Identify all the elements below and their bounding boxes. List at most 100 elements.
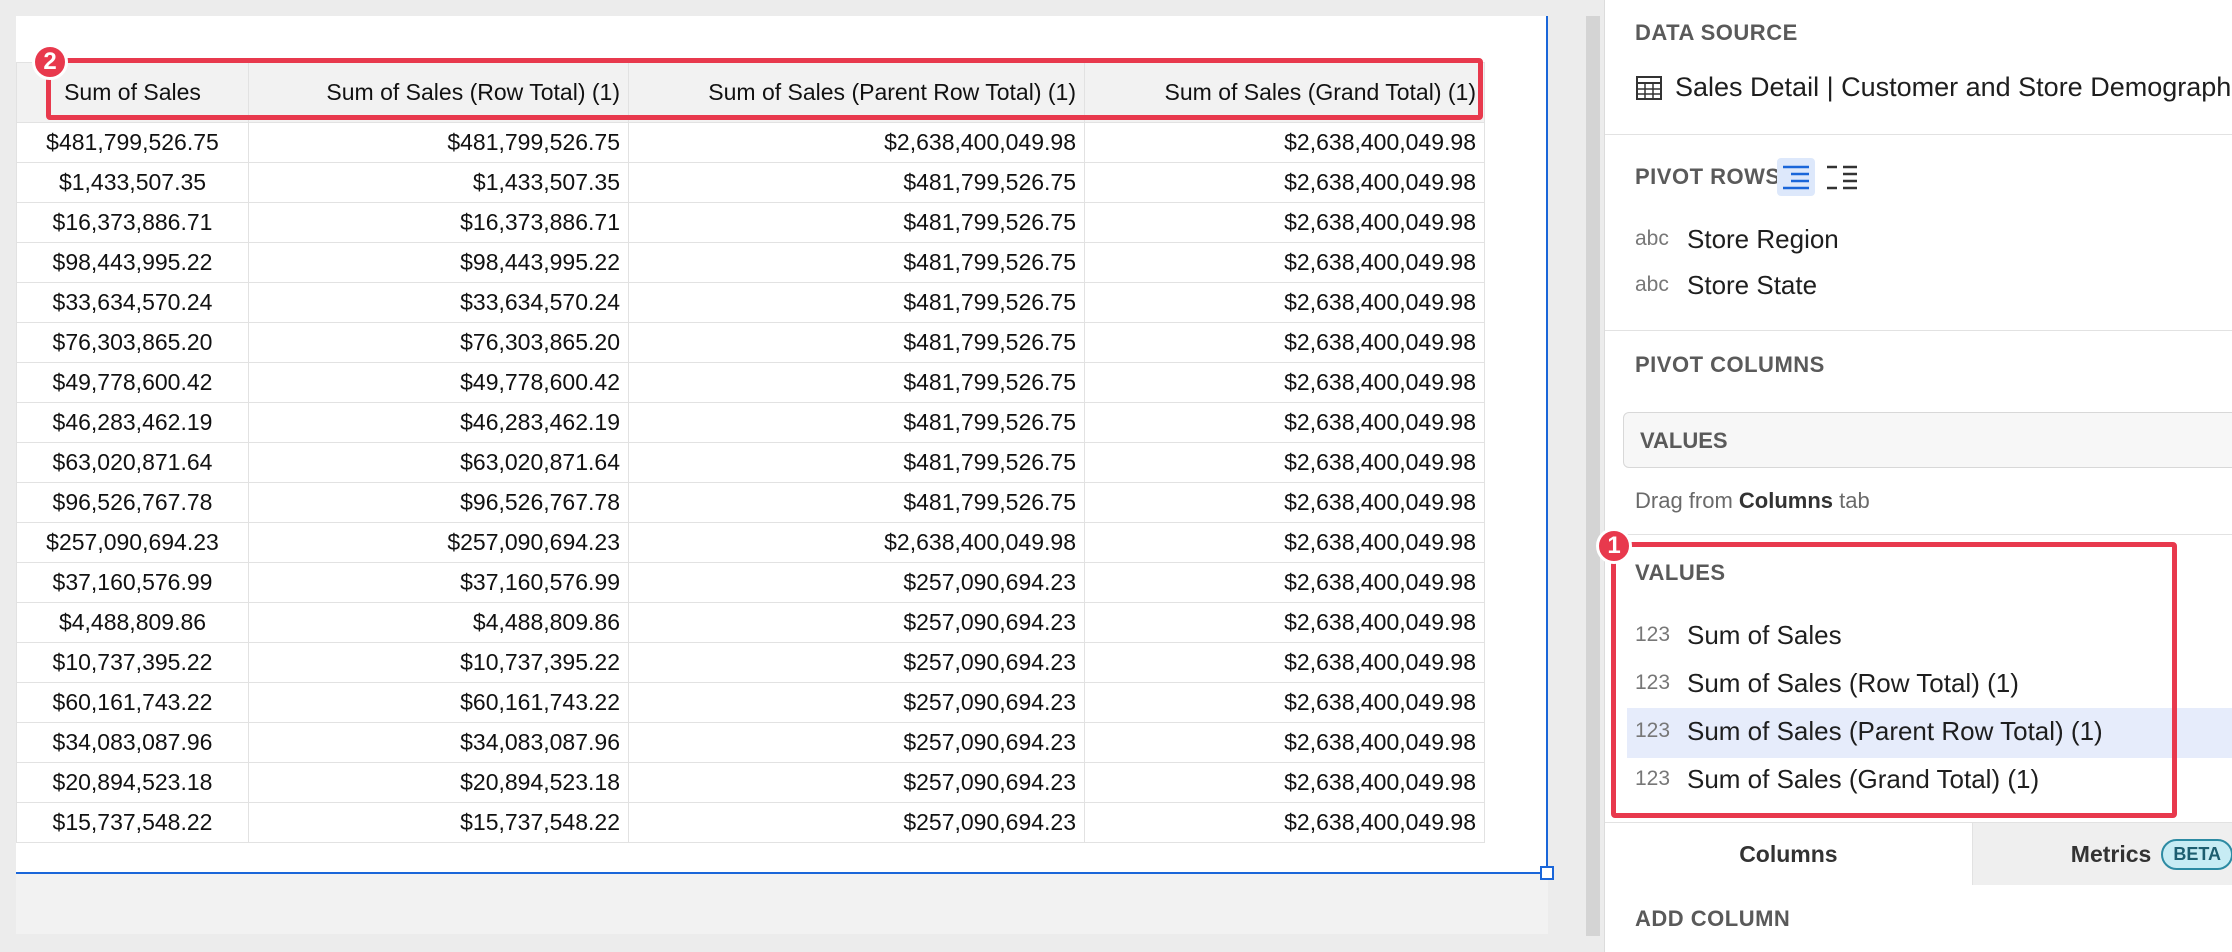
- tab-columns[interactable]: Columns: [1605, 823, 1972, 885]
- cell-parent-row-total[interactable]: $481,799,526.75: [628, 402, 1085, 443]
- table-row[interactable]: $33,634,570.24 $33,634,570.24 $481,799,526…: [16, 282, 1485, 323]
- table-row[interactable]: $34,083,087.96 $34,083,087.96 $257,090,694…: [16, 722, 1485, 763]
- cell-parent-row-total[interactable]: $257,090,694.23: [628, 602, 1085, 643]
- table-row[interactable]: $10,737,395.22 $10,737,395.22 $257,090,694…: [16, 642, 1485, 683]
- cell-grand-total[interactable]: $2,638,400,049.98: [1084, 242, 1485, 283]
- cell-sum-of-sales[interactable]: $49,778,600.42: [16, 362, 249, 403]
- cell-parent-row-total[interactable]: $481,799,526.75: [628, 242, 1085, 283]
- cell-row-total[interactable]: $20,894,523.18: [248, 762, 629, 803]
- panel-divider[interactable]: [1586, 16, 1600, 936]
- table-row[interactable]: $1,433,507.35 $1,433,507.35 $481,799,526.7…: [16, 162, 1485, 203]
- cell-parent-row-total[interactable]: $481,799,526.75: [628, 442, 1085, 483]
- cell-grand-total[interactable]: $2,638,400,049.98: [1084, 322, 1485, 363]
- cell-sum-of-sales[interactable]: $1,433,507.35: [16, 162, 249, 203]
- cell-sum-of-sales[interactable]: $46,283,462.19: [16, 402, 249, 443]
- cell-parent-row-total[interactable]: $481,799,526.75: [628, 162, 1085, 203]
- resize-handle[interactable]: [1540, 866, 1554, 880]
- cell-grand-total[interactable]: $2,638,400,049.98: [1084, 282, 1485, 323]
- cell-grand-total[interactable]: $2,638,400,049.98: [1084, 162, 1485, 203]
- layout-indented-icon[interactable]: [1777, 158, 1815, 196]
- cell-grand-total[interactable]: $2,638,400,049.98: [1084, 802, 1485, 843]
- cell-parent-row-total[interactable]: $2,638,400,049.98: [628, 522, 1085, 563]
- cell-grand-total[interactable]: $2,638,400,049.98: [1084, 482, 1485, 523]
- cell-sum-of-sales[interactable]: $60,161,743.22: [16, 682, 249, 723]
- cell-parent-row-total[interactable]: $257,090,694.23: [628, 722, 1085, 763]
- cell-sum-of-sales[interactable]: $34,083,087.96: [16, 722, 249, 763]
- cell-parent-row-total[interactable]: $257,090,694.23: [628, 802, 1085, 843]
- cell-parent-row-total[interactable]: $2,638,400,049.98: [628, 122, 1085, 163]
- cell-parent-row-total[interactable]: $481,799,526.75: [628, 482, 1085, 523]
- table-row[interactable]: $96,526,767.78 $96,526,767.78 $481,799,526…: [16, 482, 1485, 523]
- cell-sum-of-sales[interactable]: $10,737,395.22: [16, 642, 249, 683]
- table-row[interactable]: $60,161,743.22 $60,161,743.22 $257,090,694…: [16, 682, 1485, 723]
- cell-grand-total[interactable]: $2,638,400,049.98: [1084, 402, 1485, 443]
- table-row[interactable]: $49,778,600.42 $49,778,600.42 $481,799,526…: [16, 362, 1485, 403]
- cell-parent-row-total[interactable]: $481,799,526.75: [628, 362, 1085, 403]
- cell-parent-row-total[interactable]: $257,090,694.23: [628, 682, 1085, 723]
- cell-row-total[interactable]: $4,488,809.86: [248, 602, 629, 643]
- cell-grand-total[interactable]: $2,638,400,049.98: [1084, 642, 1485, 683]
- layout-tabular-icon[interactable]: [1823, 158, 1861, 196]
- cell-sum-of-sales[interactable]: $481,799,526.75: [16, 122, 249, 163]
- table-row[interactable]: $76,303,865.20 $76,303,865.20 $481,799,526…: [16, 322, 1485, 363]
- cell-row-total[interactable]: $63,020,871.64: [248, 442, 629, 483]
- cell-sum-of-sales[interactable]: $98,443,995.22: [16, 242, 249, 283]
- cell-parent-row-total[interactable]: $257,090,694.23: [628, 642, 1085, 683]
- cell-parent-row-total[interactable]: $257,090,694.23: [628, 762, 1085, 803]
- cell-sum-of-sales[interactable]: $33,634,570.24: [16, 282, 249, 323]
- cell-grand-total[interactable]: $2,638,400,049.98: [1084, 682, 1485, 723]
- cell-grand-total[interactable]: $2,638,400,049.98: [1084, 122, 1485, 163]
- cell-row-total[interactable]: $1,433,507.35: [248, 162, 629, 203]
- cell-grand-total[interactable]: $2,638,400,049.98: [1084, 522, 1485, 563]
- cell-row-total[interactable]: $34,083,087.96: [248, 722, 629, 763]
- cell-row-total[interactable]: $33,634,570.24: [248, 282, 629, 323]
- cell-row-total[interactable]: $15,737,548.22: [248, 802, 629, 843]
- cell-sum-of-sales[interactable]: $16,373,886.71: [16, 202, 249, 243]
- cell-row-total[interactable]: $49,778,600.42: [248, 362, 629, 403]
- value-row-total[interactable]: 123 Sum of Sales (Row Total) (1): [1635, 660, 2019, 706]
- data-source-selector[interactable]: Sales Detail | Customer and Store Demogr…: [1635, 72, 2232, 103]
- pivot-row-store-state[interactable]: abc Store State: [1635, 262, 1817, 308]
- table-row[interactable]: $4,488,809.86 $4,488,809.86 $257,090,694.2…: [16, 602, 1485, 643]
- tab-metrics[interactable]: Metrics BETA: [1971, 823, 2232, 885]
- cell-grand-total[interactable]: $2,638,400,049.98: [1084, 602, 1485, 643]
- cell-row-total[interactable]: $10,737,395.22: [248, 642, 629, 683]
- cell-parent-row-total[interactable]: $481,799,526.75: [628, 322, 1085, 363]
- pivot-row-store-region[interactable]: abc Store Region: [1635, 216, 1839, 262]
- pivot-columns-dropzone[interactable]: VALUES: [1623, 412, 2232, 468]
- table-row[interactable]: $46,283,462.19 $46,283,462.19 $481,799,526…: [16, 402, 1485, 443]
- cell-row-total[interactable]: $96,526,767.78: [248, 482, 629, 523]
- column-header-parent-row-total[interactable]: Sum of Sales (Parent Row Total) (1): [628, 62, 1085, 123]
- cell-sum-of-sales[interactable]: $257,090,694.23: [16, 522, 249, 563]
- cell-sum-of-sales[interactable]: $15,737,548.22: [16, 802, 249, 843]
- column-header-row-total[interactable]: Sum of Sales (Row Total) (1): [248, 62, 629, 123]
- cell-parent-row-total[interactable]: $257,090,694.23: [628, 562, 1085, 603]
- table-row[interactable]: $257,090,694.23 $257,090,694.23 $2,638,400…: [16, 522, 1485, 563]
- column-header-grand-total[interactable]: Sum of Sales (Grand Total) (1): [1084, 62, 1485, 123]
- cell-sum-of-sales[interactable]: $96,526,767.78: [16, 482, 249, 523]
- value-sum-of-sales[interactable]: 123 Sum of Sales: [1635, 612, 1842, 658]
- cell-grand-total[interactable]: $2,638,400,049.98: [1084, 442, 1485, 483]
- cell-parent-row-total[interactable]: $481,799,526.75: [628, 202, 1085, 243]
- cell-grand-total[interactable]: $2,638,400,049.98: [1084, 562, 1485, 603]
- table-row[interactable]: $63,020,871.64 $63,020,871.64 $481,799,526…: [16, 442, 1485, 483]
- table-row[interactable]: $20,894,523.18 $20,894,523.18 $257,090,694…: [16, 762, 1485, 803]
- cell-row-total[interactable]: $481,799,526.75: [248, 122, 629, 163]
- table-row[interactable]: $16,373,886.71 $16,373,886.71 $481,799,526…: [16, 202, 1485, 243]
- value-grand-total[interactable]: 123 Sum of Sales (Grand Total) (1): [1635, 756, 2039, 802]
- cell-row-total[interactable]: $76,303,865.20: [248, 322, 629, 363]
- cell-grand-total[interactable]: $2,638,400,049.98: [1084, 722, 1485, 763]
- value-parent-row-total[interactable]: 123 Sum of Sales (Parent Row Total) (1): [1635, 708, 2103, 754]
- cell-row-total[interactable]: $257,090,694.23: [248, 522, 629, 563]
- cell-sum-of-sales[interactable]: $20,894,523.18: [16, 762, 249, 803]
- cell-grand-total[interactable]: $2,638,400,049.98: [1084, 202, 1485, 243]
- table-row[interactable]: $98,443,995.22 $98,443,995.22 $481,799,526…: [16, 242, 1485, 283]
- cell-row-total[interactable]: $37,160,576.99: [248, 562, 629, 603]
- cell-sum-of-sales[interactable]: $37,160,576.99: [16, 562, 249, 603]
- cell-row-total[interactable]: $60,161,743.22: [248, 682, 629, 723]
- cell-parent-row-total[interactable]: $481,799,526.75: [628, 282, 1085, 323]
- pivot-table[interactable]: Sum of Sales Sum of Sales (Row Total) (1…: [16, 62, 1485, 843]
- cell-row-total[interactable]: $98,443,995.22: [248, 242, 629, 283]
- cell-row-total[interactable]: $16,373,886.71: [248, 202, 629, 243]
- cell-sum-of-sales[interactable]: $76,303,865.20: [16, 322, 249, 363]
